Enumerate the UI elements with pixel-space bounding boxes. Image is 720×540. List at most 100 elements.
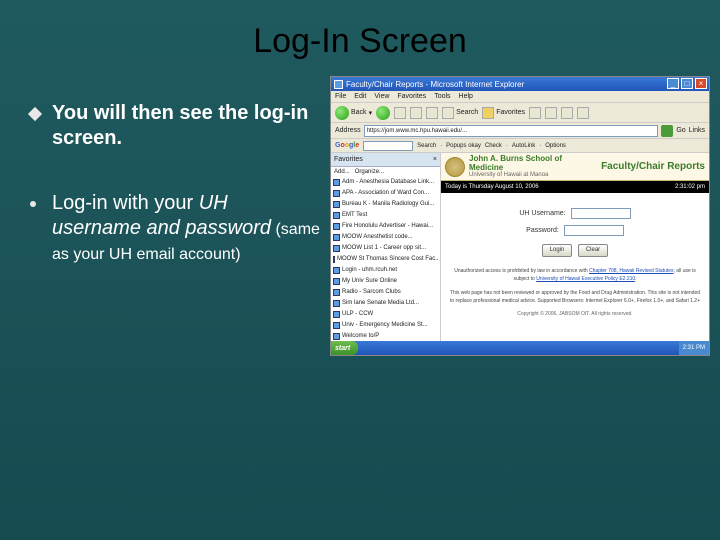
clock: 2:31 PM [683,345,705,351]
maximize-button[interactable]: □ [681,78,693,89]
favorites-item[interactable]: Sim lane Senate Media Ltd... [333,298,438,309]
browser-screenshot: Faculty/Chair Reports - Microsoft Intern… [330,76,710,356]
favorites-list: Adm - Anesthesia Database Link...APA - A… [331,177,440,341]
stop-icon[interactable] [394,107,406,119]
google-popups[interactable]: Popups okay [446,143,481,149]
print-icon[interactable] [577,107,589,119]
google-search-input[interactable] [363,141,413,151]
page-icon [333,201,340,208]
search-button[interactable]: Search [442,107,478,119]
clear-button[interactable]: Clear [578,244,608,257]
bullet-1: You will then see the log-in screen. [30,101,320,151]
favorites-item[interactable]: APA - Association of Ward Con... [333,188,438,199]
slide-content: You will then see the log-in screen. Log… [0,61,720,356]
favorites-add[interactable]: Add... [334,169,350,175]
username-label: UH Username: [519,210,565,217]
close-button[interactable]: × [695,78,707,89]
refresh-icon[interactable] [410,107,422,119]
favorites-item[interactable]: Radio - Sarcom Clubs [333,287,438,298]
favorites-item[interactable]: Adm - Anesthesia Database Link... [333,177,438,188]
menu-file[interactable]: File [335,93,346,100]
mail-icon[interactable] [561,107,573,119]
favorites-item[interactable]: MOOW List 1 - Career opp sit... [333,243,438,254]
google-check[interactable]: Check [485,143,502,149]
favorites-item[interactable]: MOOW St Thomas Sincere Cost Fac... [333,254,438,265]
ie-body: Favorites × Add... Organize... Adm - Ane… [331,153,709,341]
address-input[interactable]: https://jom.www.mc.hpu.hawaii.edu/... [364,125,659,137]
ie-titlebar: Faculty/Chair Reports - Microsoft Intern… [331,77,709,91]
menu-favorites[interactable]: Favorites [397,93,426,100]
history-icon[interactable] [545,107,557,119]
go-button[interactable] [661,125,673,137]
page-icon [333,333,340,340]
disclaimer-1: Unauthorized access is prohibited by law… [449,267,701,283]
window-title: Faculty/Chair Reports - Microsoft Intern… [346,80,524,89]
ie-toolbar: Back▾ Search Favorites [331,103,709,123]
google-autolink[interactable]: AutoLink [512,143,535,149]
policy-link[interactable]: University of Hawaii Executive Policy E2… [536,276,635,282]
page-icon [333,300,340,307]
diamond-bullet-icon [28,107,42,121]
windows-taskbar: start 2:31 PM [331,341,709,355]
password-input[interactable] [564,225,624,236]
favorites-item[interactable]: Bureau K - Manila Radiology Gui... [333,199,438,210]
star-icon [482,107,494,119]
start-button[interactable]: start [331,341,358,355]
favorites-organize[interactable]: Organize... [355,169,384,175]
forward-button[interactable] [376,106,390,120]
google-toolbar: Google Search · Popups okay Check · Auto… [331,139,709,153]
favorites-header: Favorites × [331,153,440,167]
ie-app-icon [334,80,343,89]
bullet-2: Log-in with your UH username and passwor… [30,191,320,266]
login-form: UH Username: Password: Login Clear Unaut… [441,193,709,341]
ie-menubar: File Edit View Favorites Tools Help [331,91,709,103]
copyright: Copyright © 2006, JABSOM OIT. All rights… [449,311,701,317]
page-icon [333,322,340,329]
home-icon[interactable] [426,107,438,119]
disclaimer-2: This web page has not been reviewed or a… [449,289,701,305]
media-icon[interactable] [529,107,541,119]
back-button[interactable]: Back▾ [335,106,372,120]
page-main: John A. Burns School of Medicine Univers… [441,153,709,341]
links-label[interactable]: Links [689,127,705,134]
favorites-button[interactable]: Favorites [482,107,525,119]
minimize-button[interactable]: _ [667,78,679,89]
system-tray: 2:31 PM [679,341,709,355]
bullet-1-text: You will then see the log-in screen. [52,101,320,151]
page-icon [333,190,340,197]
page-icon [333,179,340,186]
go-label: Go [676,127,685,134]
menu-view[interactable]: View [374,93,389,100]
favorites-item[interactable]: My Univ Sure Online [333,276,438,287]
date-text: Today is Thursday August 10, 2006 [445,184,539,190]
favorites-item[interactable]: EMT Test [333,210,438,221]
page-icon [333,256,335,263]
favorites-item[interactable]: Fire Honolulu Advertiser - Hawai... [333,221,438,232]
menu-help[interactable]: Help [459,93,473,100]
google-logo: Google [335,142,359,149]
favorites-item[interactable]: MOOW Anesthetist code... [333,232,438,243]
menu-edit[interactable]: Edit [354,93,366,100]
ie-address-bar: Address https://jom.www.mc.hpu.hawaii.ed… [331,123,709,139]
favorites-item[interactable]: Welcome to/P [333,331,438,341]
login-button[interactable]: Login [542,244,572,257]
page-header: John A. Burns School of Medicine Univers… [441,153,709,181]
google-search-btn[interactable]: Search [417,143,436,149]
favorites-item[interactable]: Univ - Emergency Medicine St... [333,320,438,331]
app-title: Faculty/Chair Reports [601,161,705,172]
page-icon [333,311,340,318]
password-label: Password: [526,227,559,234]
dot-bullet-icon [30,201,36,207]
favorites-close-icon[interactable]: × [433,156,437,163]
time-text: 2:31:02 pm [675,184,705,190]
favorites-item[interactable]: ULP - CCW [333,309,438,320]
statutes-link[interactable]: Chapter 708, Hawaii Revised Statutes [589,268,674,274]
google-options[interactable]: Options [545,143,566,149]
page-icon [333,212,340,219]
date-bar: Today is Thursday August 10, 2006 2:31:0… [441,181,709,193]
favorites-item[interactable]: Login - uhm.rcuh.net [333,265,438,276]
menu-tools[interactable]: Tools [434,93,450,100]
username-input[interactable] [571,208,631,219]
slide-title: Log-In Screen [0,0,720,61]
page-icon [333,245,340,252]
